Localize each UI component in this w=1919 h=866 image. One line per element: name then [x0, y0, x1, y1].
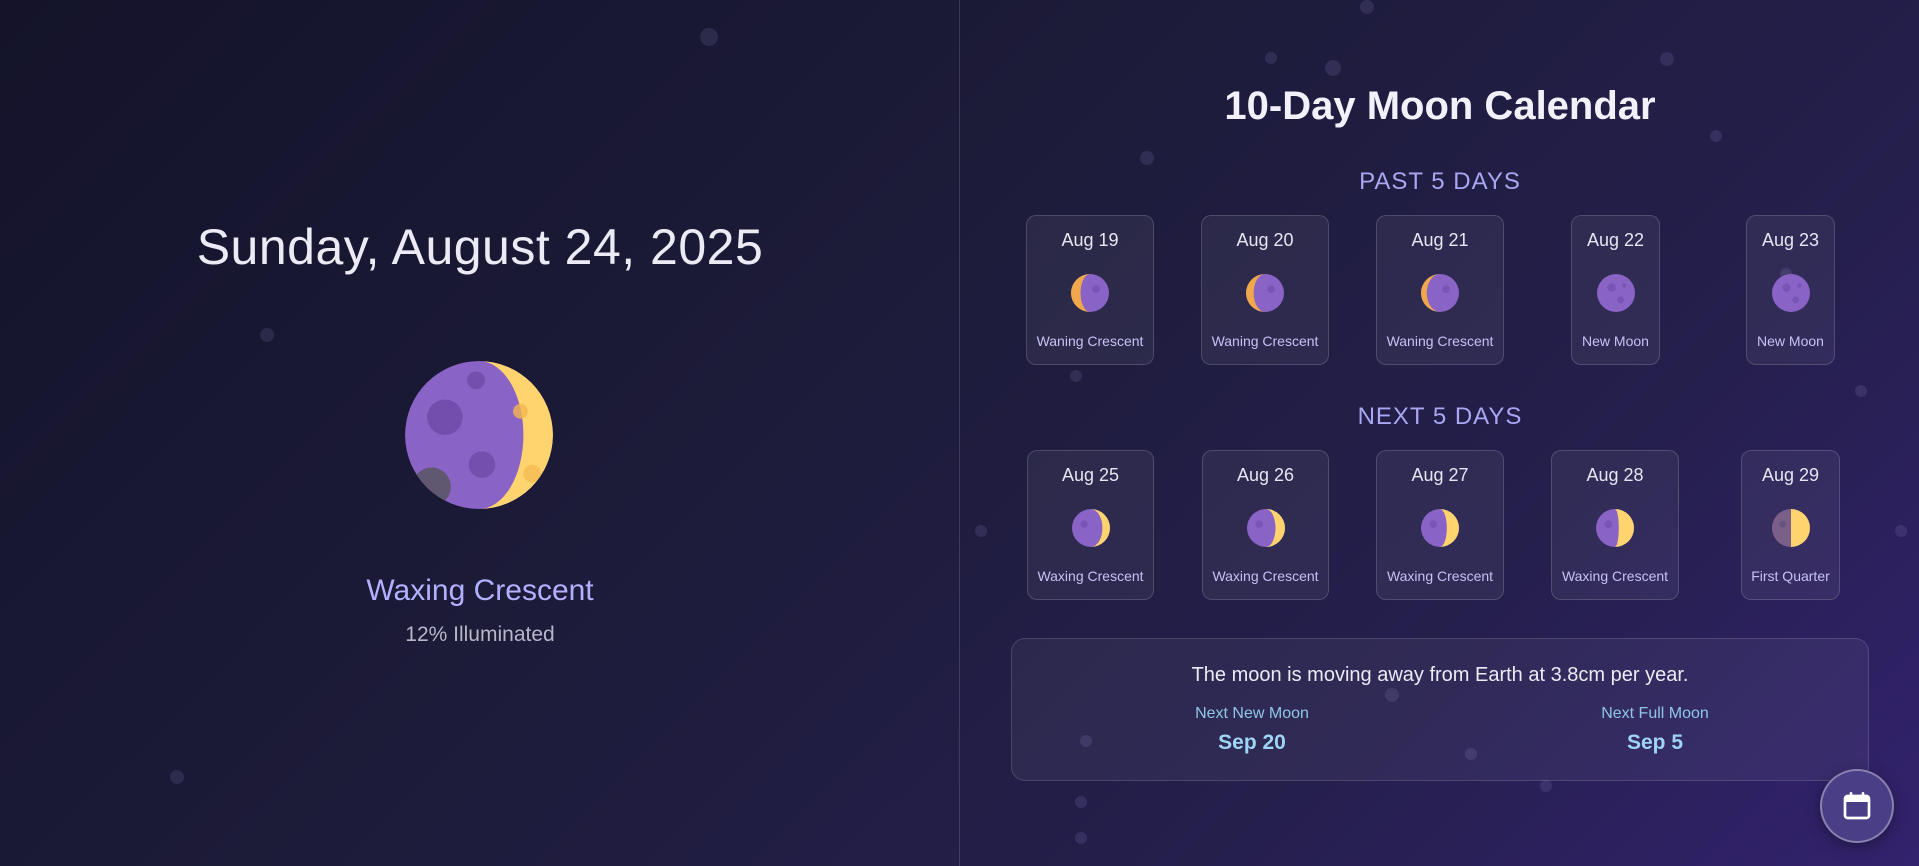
day-date: Aug 29 [1761, 465, 1820, 485]
next-days-label: NEXT 5 DAYS [1357, 403, 1523, 430]
day-phase: Waxing Crescent [1561, 568, 1669, 584]
day-phase: Waning Crescent [1386, 333, 1494, 349]
day-date: Aug 27 [1411, 465, 1469, 485]
day-card-aug-20[interactable]: Aug 20 Waning Crescent [1201, 215, 1329, 365]
day-phase: Waning Crescent [1036, 333, 1144, 349]
moon-calendar-panel: 10-Day Moon Calendar PAST 5 DAYS Aug 19 … [961, 0, 1919, 866]
day-date: Aug 23 [1761, 230, 1820, 250]
current-date: Sunday, August 24, 2025 [196, 219, 764, 275]
moon-phase-icon [1246, 509, 1285, 547]
day-card-aug-25[interactable]: Aug 25 Waxing Crescent [1027, 450, 1154, 600]
calendar-title: 10-Day Moon Calendar [1224, 84, 1656, 128]
next-full-moon-date: Sep 5 [1626, 731, 1684, 754]
current-phase-name: Waxing Crescent [366, 574, 594, 607]
moon-phase-icon [1071, 509, 1110, 547]
moon-phase-icon [405, 361, 553, 509]
next-new-moon-label: Next New Moon [1195, 705, 1309, 722]
moon-info-panel: The moon is moving away from Earth at 3.… [1011, 638, 1869, 781]
next-full-moon-label: Next Full Moon [1601, 705, 1709, 722]
moon-phase-icon [1071, 274, 1109, 312]
day-card-aug-29[interactable]: Aug 29 First Quarter [1741, 450, 1840, 600]
calendar-button[interactable] [1820, 769, 1894, 843]
day-date: Aug 25 [1061, 465, 1120, 485]
past-days-label: PAST 5 DAYS [1359, 168, 1521, 195]
day-phase: New Moon [1757, 333, 1824, 349]
moon-phase-icon [1421, 274, 1459, 312]
day-date: Aug 21 [1411, 230, 1469, 250]
calendar-icon [1843, 792, 1871, 820]
next-new-moon-date: Sep 20 [1218, 731, 1286, 754]
next-new-moon: Next New Moon Sep 20 [1102, 705, 1402, 755]
day-phase: New Moon [1582, 333, 1649, 349]
day-date: Aug 22 [1586, 230, 1645, 250]
day-date: Aug 20 [1236, 230, 1294, 250]
day-phase: Waxing Crescent [1037, 568, 1144, 584]
moon-phase-icon [1246, 274, 1284, 312]
current-moon-panel: Sunday, August 24, 2025 Waxing Crescent … [0, 0, 960, 866]
day-card-aug-27[interactable]: Aug 27 Waxing Crescent [1376, 450, 1504, 600]
day-card-aug-26[interactable]: Aug 26 Waxing Crescent [1202, 450, 1329, 600]
moon-fact: The moon is moving away from Earth at 3.… [1191, 664, 1689, 686]
moon-phase-icon [1771, 509, 1810, 547]
day-card-aug-19[interactable]: Aug 19 Waning Crescent [1026, 215, 1154, 365]
day-date: Aug 28 [1586, 465, 1644, 485]
moon-phase-icon [1596, 509, 1634, 547]
day-card-aug-23[interactable]: Aug 23 New Moon [1746, 215, 1835, 365]
day-phase: Waning Crescent [1211, 333, 1319, 349]
day-phase: First Quarter [1751, 568, 1830, 584]
moon-phase-icon [1421, 509, 1459, 547]
day-card-aug-28[interactable]: Aug 28 Waxing Crescent [1551, 450, 1679, 600]
day-date: Aug 19 [1061, 230, 1119, 250]
next-full-moon: Next Full Moon Sep 5 [1505, 705, 1805, 755]
day-phase: Waxing Crescent [1212, 568, 1319, 584]
illumination-percent: 12% Illuminated [405, 623, 555, 646]
moon-phase-icon [1596, 274, 1635, 312]
day-date: Aug 26 [1236, 465, 1295, 485]
day-card-aug-22[interactable]: Aug 22 New Moon [1571, 215, 1660, 365]
day-card-aug-21[interactable]: Aug 21 Waning Crescent [1376, 215, 1504, 365]
day-phase: Waxing Crescent [1386, 568, 1494, 584]
moon-phase-icon [1771, 274, 1810, 312]
